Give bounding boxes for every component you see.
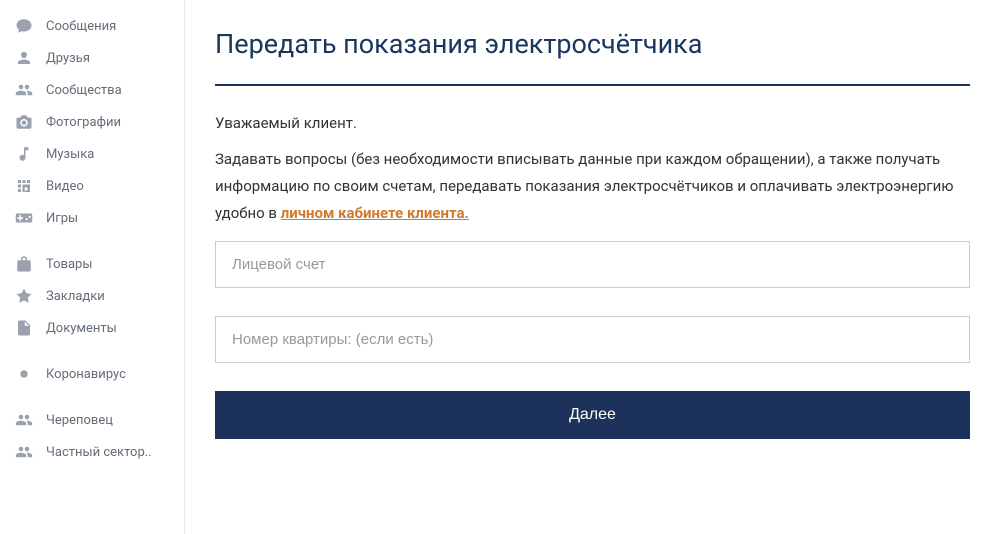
- sidebar: Сообщения Друзья Сообщества Фотографии М…: [0, 0, 185, 534]
- user-icon: [14, 48, 34, 68]
- greeting-text: Уважаемый клиент.: [215, 114, 970, 132]
- sidebar-item-covid[interactable]: Коронавирус: [0, 358, 184, 390]
- music-icon: [14, 144, 34, 164]
- sidebar-label: Музыка: [46, 147, 94, 162]
- page-title: Передать показания электросчётчика: [215, 28, 970, 60]
- cabinet-link[interactable]: личном кабинете клиента.: [281, 204, 469, 222]
- sidebar-item-friends[interactable]: Друзья: [0, 42, 184, 74]
- sidebar-label: Фотографии: [46, 115, 121, 130]
- sidebar-item-bookmarks[interactable]: Закладки: [0, 280, 184, 312]
- star-icon: [14, 286, 34, 306]
- sidebar-group-1: Сообщения Друзья Сообщества Фотографии М…: [0, 10, 184, 234]
- account-input[interactable]: [215, 241, 970, 288]
- sidebar-label: Игры: [46, 211, 78, 226]
- sidebar-label: Коронавирус: [46, 367, 126, 382]
- sidebar-group-4: Череповец Частный сектор..: [0, 404, 184, 468]
- sidebar-item-docs[interactable]: Документы: [0, 312, 184, 344]
- sidebar-item-private-sector[interactable]: Частный сектор..: [0, 436, 184, 468]
- group-icon: [14, 442, 34, 462]
- chat-icon: [14, 16, 34, 36]
- sidebar-label: Документы: [46, 321, 117, 336]
- doc-icon: [14, 318, 34, 338]
- apartment-input[interactable]: [215, 316, 970, 363]
- sidebar-label: Товары: [46, 257, 92, 272]
- sidebar-item-games[interactable]: Игры: [0, 202, 184, 234]
- group-icon: [14, 410, 34, 430]
- sidebar-group-3: Коронавирус: [0, 358, 184, 390]
- users-icon: [14, 80, 34, 100]
- next-button[interactable]: Далее: [215, 391, 970, 439]
- sidebar-group-2: Товары Закладки Документы: [0, 248, 184, 344]
- sidebar-label: Частный сектор..: [46, 445, 152, 460]
- sidebar-label: Видео: [46, 179, 84, 194]
- sidebar-label: Череповец: [46, 413, 113, 428]
- sidebar-label: Сообщения: [46, 19, 116, 34]
- sidebar-item-music[interactable]: Музыка: [0, 138, 184, 170]
- sidebar-item-photos[interactable]: Фотографии: [0, 106, 184, 138]
- sidebar-label: Друзья: [46, 51, 90, 66]
- game-icon: [14, 208, 34, 228]
- sidebar-label: Сообщества: [46, 83, 122, 98]
- sidebar-label: Закладки: [46, 289, 105, 304]
- info-paragraph: Задавать вопросы (без необходимости впис…: [215, 146, 970, 227]
- sidebar-item-city[interactable]: Череповец: [0, 404, 184, 436]
- sidebar-item-messages[interactable]: Сообщения: [0, 10, 184, 42]
- divider: [215, 84, 970, 86]
- video-icon: [14, 176, 34, 196]
- sidebar-item-video[interactable]: Видео: [0, 170, 184, 202]
- camera-icon: [14, 112, 34, 132]
- bag-icon: [14, 254, 34, 274]
- virus-icon: [14, 364, 34, 384]
- main-content: Передать показания электросчётчика Уважа…: [185, 0, 1000, 534]
- sidebar-item-market[interactable]: Товары: [0, 248, 184, 280]
- sidebar-item-communities[interactable]: Сообщества: [0, 74, 184, 106]
